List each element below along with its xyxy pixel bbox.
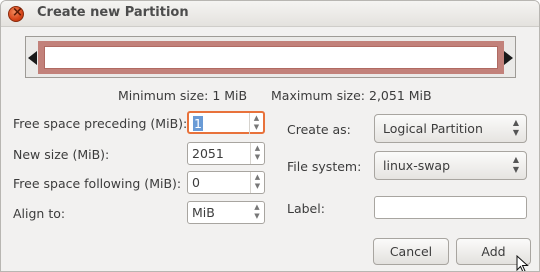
new-size-label: New size (MiB): [13,147,110,162]
new-size-spinner[interactable]: 2051 ▲ ▼ [187,142,265,165]
partition-visualizer[interactable] [25,36,516,78]
free-preceding-value: 1 [193,116,203,131]
align-to-value: MiB [192,205,215,220]
file-system-label: File system: [287,159,362,174]
create-partition-dialog: Create new Partition Minimum size: 1 MiB… [0,0,540,272]
create-as-value: Logical Partition [383,121,483,136]
spin-arrows-icon[interactable]: ▲ ▼ [250,143,264,164]
free-preceding-spinner[interactable]: 1 ▲ ▼ [187,111,265,134]
resize-left-handle[interactable] [28,51,37,65]
combo-arrows-icon: ▲ ▼ [512,155,519,174]
create-as-combo[interactable]: Logical Partition ▲ ▼ [374,114,527,143]
align-to-select[interactable]: MiB ▲ ▼ [187,201,265,224]
window-title: Create new Partition [37,5,189,20]
combo-arrows-icon: ▲ ▼ [512,118,519,137]
create-as-label: Create as: [287,122,351,137]
file-system-value: linux-swap [383,158,451,173]
combo-arrows-icon[interactable]: ▲ ▼ [250,202,264,223]
partition-label-label: Label: [287,201,325,216]
cancel-button[interactable]: Cancel [373,238,449,265]
free-following-label: Free space following (MiB): [13,176,182,191]
file-system-combo[interactable]: linux-swap ▲ ▼ [374,151,527,180]
minimum-size-text: Minimum size: 1 MiB [118,88,248,103]
free-following-spinner[interactable]: 0 ▲ ▼ [187,171,265,194]
new-size-value: 2051 [192,146,224,161]
mouse-pointer-icon [516,255,529,271]
spin-arrows-icon[interactable]: ▲ ▼ [250,172,264,193]
free-preceding-label: Free space preceding (MiB): [13,116,188,131]
free-following-value: 0 [192,175,200,190]
partition-fill [44,46,498,69]
spin-arrows-icon[interactable]: ▲ ▼ [249,113,263,134]
maximum-size-text: Maximum size: 2,051 MiB [271,88,432,103]
resize-right-handle[interactable] [504,51,513,65]
partition-block[interactable] [38,41,504,74]
close-icon[interactable] [8,5,24,22]
align-to-label: Align to: [13,206,66,221]
partition-label-input[interactable] [374,196,527,219]
title-bar[interactable]: Create new Partition [1,1,539,27]
